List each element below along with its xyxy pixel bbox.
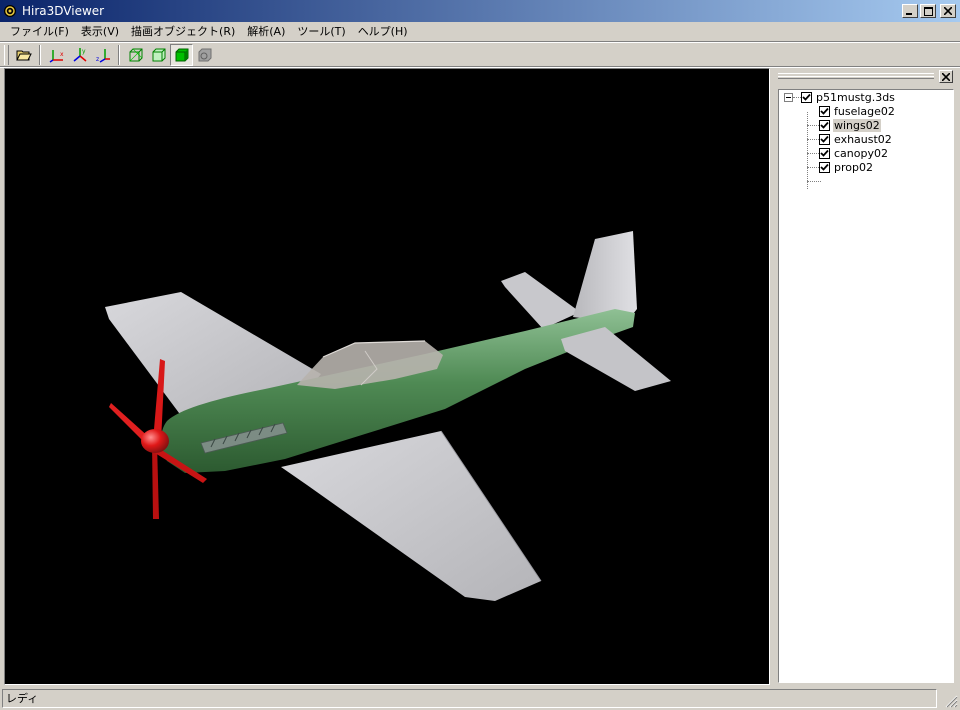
wireframe-button[interactable] <box>124 44 147 66</box>
status-bar: レディ <box>0 687 960 710</box>
menu-help[interactable]: ヘルプ(H) <box>352 23 414 40</box>
menu-file[interactable]: ファイル(F) <box>4 23 75 40</box>
tree-item-label: exhaust02 <box>834 132 892 146</box>
title-bar[interactable]: Hira3DViewer <box>0 0 960 22</box>
maximize-button[interactable] <box>920 4 936 18</box>
texture-button[interactable] <box>193 44 216 66</box>
axis-y-icon: y <box>73 48 86 62</box>
window-title: Hira3DViewer <box>22 4 105 18</box>
tree-root-checkbox[interactable] <box>801 91 812 103</box>
tree-item-canopy02[interactable]: canopy02 <box>819 146 889 160</box>
menu-bar: ファイル(F) 表示(V) 描画オブジェクト(R) 解析(A) ツール(T) ヘ… <box>0 22 960 41</box>
minimize-button[interactable] <box>902 4 918 18</box>
close-icon <box>941 72 951 82</box>
right-stabilizer <box>561 327 671 391</box>
toolbar-grip[interactable] <box>4 45 9 65</box>
tree-item-fuselage02[interactable]: fuselage02 <box>819 104 896 118</box>
svg-text:x: x <box>60 51 64 58</box>
app-icon[interactable] <box>3 4 17 18</box>
airplane-model <box>105 231 671 601</box>
open-folder-icon <box>15 50 32 61</box>
tree-item-label: fuselage02 <box>834 104 895 118</box>
maximize-icon <box>923 6 933 16</box>
checkmark-icon <box>820 163 829 171</box>
panel-grip[interactable] <box>778 73 934 79</box>
tree-root[interactable]: p51mustg.3ds <box>801 90 896 104</box>
menu-render-objects[interactable]: 描画オブジェクト(R) <box>125 23 241 40</box>
tree-item-exhaust02[interactable]: exhaust02 <box>819 132 893 146</box>
left-stabilizer <box>501 272 580 329</box>
checkmark-icon <box>820 149 829 157</box>
tree-item-label: canopy02 <box>834 146 888 160</box>
checkmark-icon <box>802 93 811 101</box>
texture-icon <box>198 48 211 62</box>
tree-connector <box>807 112 808 189</box>
tree-connector <box>807 181 821 182</box>
axis-y-button[interactable]: y <box>68 44 91 66</box>
menu-tools[interactable]: ツール(T) <box>291 23 351 40</box>
tree-item-wings02[interactable]: wings02 <box>819 118 881 132</box>
tree-item-checkbox[interactable] <box>819 105 830 117</box>
axis-x-button[interactable]: x <box>45 44 68 66</box>
close-icon <box>944 7 952 15</box>
tree-item-checkbox[interactable] <box>819 147 830 159</box>
panel-close-button[interactable] <box>939 70 953 83</box>
svg-text:z: z <box>96 56 99 63</box>
menu-view[interactable]: 表示(V) <box>75 23 125 40</box>
checkmark-icon <box>820 121 829 129</box>
toolbar-separator <box>39 45 41 65</box>
close-button[interactable] <box>940 4 956 18</box>
tree-item-checkbox[interactable] <box>819 161 830 173</box>
object-tree-panel: p51mustg.3ds fuselage02 wings02 exhaust0… <box>775 68 958 685</box>
solid-shading-icon <box>175 48 188 62</box>
tree-item-prop02[interactable]: prop02 <box>819 160 874 174</box>
tree-item-label: wings02 <box>833 118 881 132</box>
hidden-line-button[interactable] <box>147 44 170 66</box>
collapse-toggle[interactable] <box>784 93 793 102</box>
axis-x-icon: x <box>49 50 64 63</box>
solid-shading-button[interactable] <box>170 44 193 66</box>
checkmark-icon <box>820 135 829 143</box>
right-wing <box>281 431 541 601</box>
checkmark-icon <box>820 107 829 115</box>
resize-grip-icon[interactable] <box>944 694 958 708</box>
axis-z-button[interactable]: z <box>91 44 114 66</box>
hidden-line-icon <box>152 48 165 62</box>
tree-item-checkbox[interactable] <box>819 119 830 131</box>
tree-item-checkbox[interactable] <box>819 133 830 145</box>
status-text: レディ <box>2 689 937 708</box>
tree-connector <box>793 97 801 98</box>
svg-text:y: y <box>82 48 86 55</box>
axis-z-icon: z <box>96 49 110 63</box>
toolbar: x y z <box>2 43 216 67</box>
minimize-icon <box>906 13 912 15</box>
object-tree[interactable]: p51mustg.3ds fuselage02 wings02 exhaust0… <box>778 89 954 683</box>
panel-header[interactable] <box>775 68 958 88</box>
viewport-3d[interactable] <box>4 68 770 685</box>
tree-root-label: p51mustg.3ds <box>816 90 895 104</box>
propeller-spinner <box>141 429 169 453</box>
vertical-tail <box>573 231 637 324</box>
open-button[interactable] <box>12 44 35 66</box>
wireframe-icon <box>129 48 142 62</box>
menu-analysis[interactable]: 解析(A) <box>241 23 291 40</box>
toolbar-separator <box>118 45 120 65</box>
tree-item-label: prop02 <box>834 160 873 174</box>
